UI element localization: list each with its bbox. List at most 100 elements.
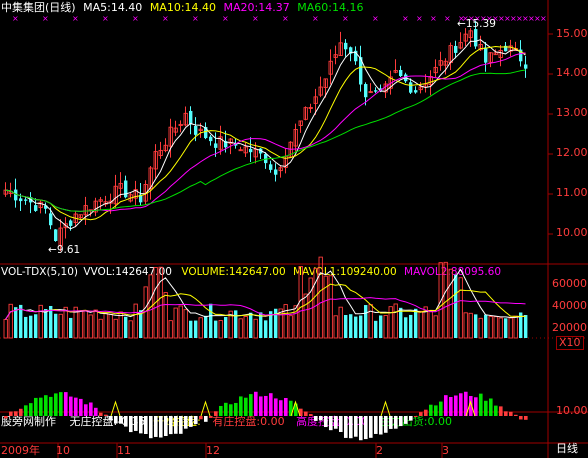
indicator-bar <box>309 414 313 416</box>
indicator-bar <box>149 416 153 439</box>
indicator-bar <box>144 416 148 434</box>
volume-bar <box>283 304 288 339</box>
low-value: 9.61 <box>56 244 81 256</box>
high-value: 15.39 <box>465 18 496 30</box>
candle-body <box>269 164 273 170</box>
indicator-bar <box>194 416 198 425</box>
volume-bar <box>338 306 343 339</box>
candle-body <box>249 148 253 153</box>
indicator-bar <box>479 393 483 416</box>
indicator-bar <box>279 400 283 416</box>
indicator-bar <box>524 416 528 420</box>
volume-bar <box>443 261 448 339</box>
volume-bar <box>368 304 373 339</box>
volume-bar <box>318 256 323 339</box>
indicator-bar <box>84 404 88 416</box>
volume-bar <box>493 316 498 339</box>
signal-marker: × <box>72 14 79 23</box>
indicator-bar <box>429 404 433 416</box>
volume-bar <box>214 320 218 338</box>
volume-bar <box>333 315 338 339</box>
indicator-bar <box>224 402 228 416</box>
candle-body <box>34 205 38 211</box>
volume-bar <box>264 320 268 338</box>
volume-bar <box>323 275 328 339</box>
indicator-bar <box>449 397 453 416</box>
indicator-bar <box>394 416 398 429</box>
period-label[interactable]: 日线 <box>556 443 578 455</box>
volume-bar <box>393 303 398 339</box>
volume-bar <box>209 303 213 338</box>
volume-bar <box>463 312 468 339</box>
indicator-bar <box>489 398 493 416</box>
candle-body <box>49 213 53 226</box>
signal-marker: × <box>12 14 19 23</box>
indicator-bar <box>434 405 438 416</box>
indicator-bar <box>169 416 173 435</box>
ma5-line <box>5 39 526 230</box>
volume-bar <box>44 309 48 338</box>
volume-bar <box>274 308 278 338</box>
signal-marker: × <box>132 14 139 23</box>
volume-bar <box>418 310 423 339</box>
indicator-bar <box>514 414 518 416</box>
indicator-bar <box>199 416 203 420</box>
indicator-bar <box>384 416 388 433</box>
high-annotation: ←15.39 <box>457 18 496 30</box>
candle-body <box>414 90 418 93</box>
indicator-bar <box>184 416 188 429</box>
indicator-bar <box>234 402 238 416</box>
signal-marker: × <box>252 14 259 23</box>
date-tick: 12 <box>206 444 220 457</box>
indicator-bar <box>424 409 428 416</box>
indicator-bar <box>119 416 123 424</box>
indicator-bar <box>244 397 248 416</box>
volume-bar <box>103 312 108 339</box>
indicator-bar <box>24 405 28 416</box>
volume-tick: 40000 <box>552 299 587 312</box>
indicator-bar <box>349 416 353 439</box>
indicator-bar <box>189 416 193 427</box>
candle-body <box>124 180 128 198</box>
volume-bar <box>349 314 353 338</box>
indicator-bar <box>229 404 233 416</box>
candle-body <box>54 229 58 242</box>
volume-bar <box>204 315 208 338</box>
volume-bar <box>374 320 378 338</box>
low-annotation: ←9.61 <box>48 244 81 256</box>
indicator-bar <box>89 402 93 416</box>
indicator-bar <box>329 416 333 431</box>
volume-bar <box>524 315 528 338</box>
candle-body <box>69 220 73 226</box>
indicator-bar <box>124 416 128 427</box>
volume-bar <box>168 320 173 339</box>
volume-bar <box>354 316 358 338</box>
indicator-bar <box>114 416 118 424</box>
signal-marker: × <box>342 14 349 23</box>
indicator-tick: 10.00 <box>556 404 588 417</box>
indicator-bar <box>404 416 408 424</box>
indicator-bar <box>174 416 178 434</box>
candle-body <box>209 136 213 142</box>
indicator-bar <box>504 411 508 416</box>
indicator-bar <box>274 398 278 416</box>
volume-bar <box>128 320 133 339</box>
ma10-line <box>5 46 526 221</box>
indicator-bar <box>419 412 423 416</box>
volume-bar <box>508 317 513 339</box>
volume-bar <box>414 308 418 338</box>
signal-marker: × <box>540 14 547 23</box>
indicator-bar <box>454 395 458 416</box>
volume-bar <box>388 306 393 339</box>
indicator-bar <box>74 397 78 416</box>
chart-canvas[interactable]: × × × × × × × × × × × × × × × × × ×× × × × × × × × × × × × × × <box>0 0 588 458</box>
indicator-bar <box>259 396 263 416</box>
indicator-bar <box>269 393 273 416</box>
volume-bar <box>93 309 98 339</box>
signal-marker: × <box>416 14 423 23</box>
indicator-bar <box>79 398 83 416</box>
indicator-bar <box>369 416 373 438</box>
volume-bar <box>288 315 293 339</box>
price-tick: 13.00 <box>556 106 588 119</box>
date-tick: 3 <box>442 444 449 457</box>
